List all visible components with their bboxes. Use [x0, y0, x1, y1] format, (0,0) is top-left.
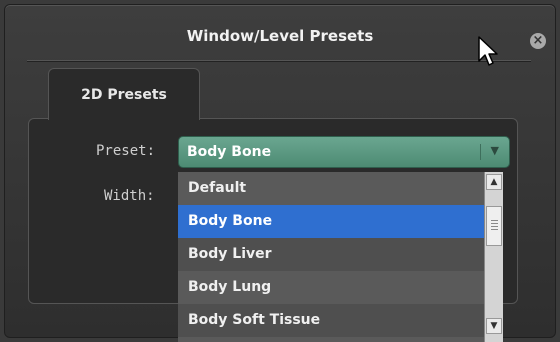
list-item-body-bone[interactable]: Body Bone	[178, 205, 484, 238]
scroll-up-icon[interactable]: ▲	[486, 174, 502, 190]
dropdown-scrollbar[interactable]: ▲ ▼	[484, 172, 503, 342]
title-divider	[27, 60, 531, 61]
preset-dropdown-list: Default Body Bone Body Liver Body Lung B…	[178, 172, 484, 342]
list-item-body-soft-tissue[interactable]: Body Soft Tissue	[178, 304, 484, 337]
tab-2d-presets[interactable]: 2D Presets	[48, 68, 200, 120]
dialog-title: Window/Level Presets	[186, 27, 374, 45]
list-item-body-liver[interactable]: Body Liver	[178, 238, 484, 271]
chevron-down-icon[interactable]: ▼	[491, 144, 499, 157]
preset-select-value: Body Bone	[187, 144, 272, 160]
list-item-default[interactable]: Default	[178, 172, 484, 205]
list-item-body-lung[interactable]: Body Lung	[178, 271, 484, 304]
scroll-thumb[interactable]	[486, 206, 502, 246]
close-icon[interactable]: ×	[530, 33, 546, 49]
grip-icon	[491, 220, 498, 221]
mouse-pointer-icon	[478, 36, 498, 66]
select-divider	[480, 144, 481, 160]
preset-label: Preset:	[96, 143, 156, 159]
width-label: Width:	[104, 188, 155, 204]
scroll-down-icon[interactable]: ▼	[486, 318, 502, 334]
preset-select[interactable]: Body Bone ▼	[178, 136, 510, 168]
